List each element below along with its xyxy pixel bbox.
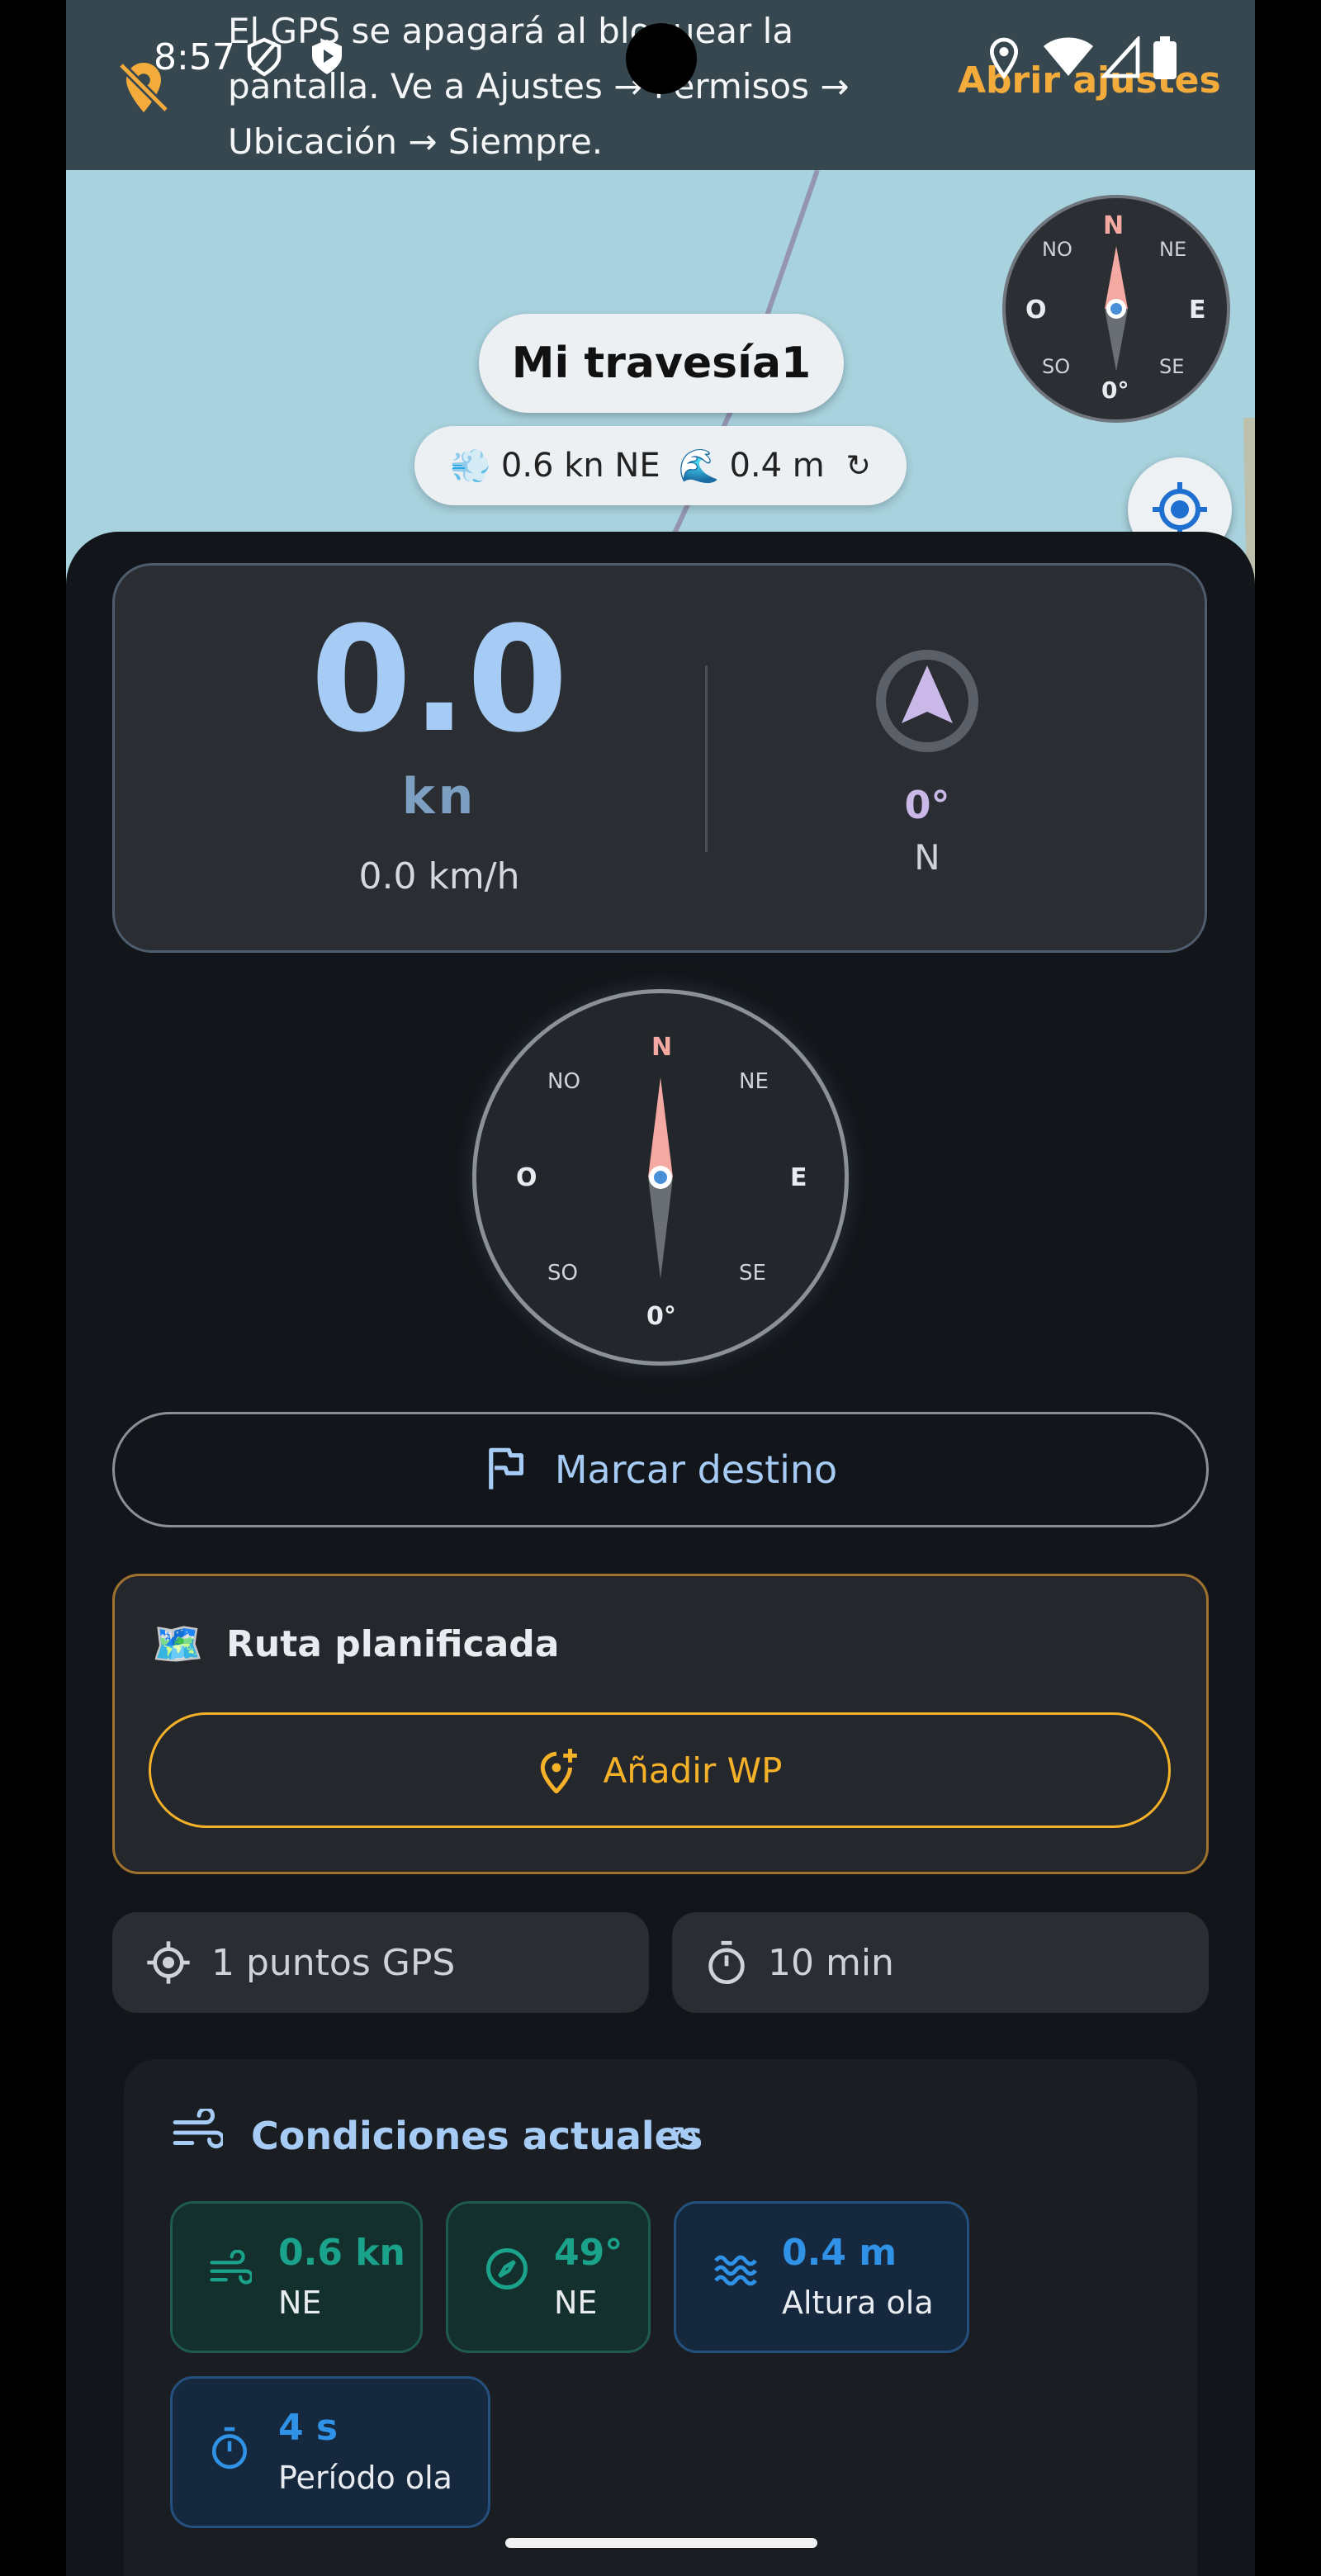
heading-direction: N <box>914 837 940 878</box>
wave-summary: 0.4 m <box>729 447 825 485</box>
waves-icon <box>714 2255 757 2286</box>
compass-o: O <box>516 1163 537 1192</box>
wave-period-tile: 4 s Período ola <box>170 2376 490 2528</box>
duration-text: 10 min <box>768 1941 894 1984</box>
trip-name: Mi travesía1 <box>511 339 812 388</box>
gesture-home-bar[interactable] <box>505 2538 817 2548</box>
compass-e: E <box>790 1163 807 1192</box>
wave-height-tile: 0.4 m Altura ola <box>674 2201 969 2353</box>
wind-emoji-icon: 💨 <box>450 447 491 485</box>
add-waypoint-button[interactable]: Añadir WP <box>149 1712 1171 1828</box>
refresh-icon[interactable]: ↻ <box>846 449 871 483</box>
mini-compass-s: 0° <box>1101 376 1129 404</box>
compass: N NE E SE 0° SO O NO <box>472 989 849 1366</box>
add-waypoint-label: Añadir WP <box>603 1750 783 1791</box>
planned-route-title: Ruta planificada <box>226 1623 560 1665</box>
flag-icon <box>488 1447 523 1489</box>
mini-compass-so: SO <box>1042 355 1071 378</box>
wind-icon <box>210 2250 252 2285</box>
mini-compass-ne: NE <box>1159 238 1187 261</box>
compass-s: 0° <box>646 1302 676 1331</box>
current-conditions-title: Condiciones actuales <box>251 2114 703 2158</box>
wind-icon <box>173 2109 223 2149</box>
mini-compass-e: E <box>1189 296 1206 324</box>
mark-destination-label: Marcar destino <box>554 1447 838 1492</box>
compass-icon <box>486 2248 528 2290</box>
compass-no: NO <box>547 1069 580 1094</box>
timer-icon <box>211 2427 248 2469</box>
wind-direction-tile: 49° NE <box>446 2201 651 2353</box>
banner-message: El GPS se apagará al bloquear la pantall… <box>228 11 850 162</box>
status-time: 8:57 <box>154 36 235 78</box>
location-icon <box>989 37 1019 79</box>
gps-fixed-icon <box>147 1941 190 1984</box>
wind-speed-tile: 0.6 kn NE <box>170 2201 423 2353</box>
map-compass[interactable]: N NE E SE 0° SO O NO <box>1002 195 1230 423</box>
mini-compass-n: N <box>1103 211 1125 240</box>
camera-cutout <box>626 23 697 94</box>
wave-emoji-icon: 🌊 <box>678 447 720 485</box>
shield-icon <box>247 37 282 77</box>
trip-name-pill[interactable]: Mi travesía1 <box>479 314 844 413</box>
wave-period-value: 4 s <box>278 2407 339 2449</box>
timer-icon <box>708 1940 745 1985</box>
wind-speed-value: 0.6 kn <box>278 2232 405 2274</box>
speed-unit: kn <box>401 768 477 826</box>
map-emoji-icon: 🗺️ <box>152 1620 204 1668</box>
card-divider <box>705 665 708 852</box>
compass-se: SE <box>739 1261 766 1286</box>
conditions-refresh-icon[interactable]: ↻ <box>670 2119 699 2159</box>
wave-period-label: Período ola <box>278 2460 452 2496</box>
duration-chip: 10 min <box>672 1912 1209 2013</box>
mark-destination-button[interactable]: Marcar destino <box>112 1412 1209 1527</box>
cellular-signal-icon <box>1101 36 1140 78</box>
wave-height-label: Altura ola <box>782 2285 934 2321</box>
wifi-icon <box>1044 37 1093 76</box>
wind-summary: 0.6 kn NE <box>500 447 660 485</box>
speed-kmh: 0.0 km/h <box>358 855 520 897</box>
heading-degrees: 0° <box>904 783 950 827</box>
battery-icon <box>1153 36 1177 79</box>
gps-points-text: 1 puntos GPS <box>211 1941 456 1984</box>
weather-summary-pill[interactable]: 💨 0.6 kn NE 🌊 0.4 m ↻ <box>414 426 907 505</box>
mini-compass-no: NO <box>1042 238 1072 261</box>
wind-speed-label: NE <box>278 2285 322 2321</box>
compass-so: SO <box>547 1261 578 1286</box>
mini-compass-se: SE <box>1159 355 1185 378</box>
compass-n: N <box>651 1033 673 1062</box>
heading-arrow-icon <box>876 650 978 752</box>
wave-height-value: 0.4 m <box>782 2232 897 2274</box>
play-protect-icon <box>312 40 342 74</box>
add-location-icon <box>540 1749 577 1793</box>
wind-direction-label: NE <box>554 2285 598 2321</box>
gps-points-chip: 1 puntos GPS <box>112 1912 649 2013</box>
wind-direction-value: 49° <box>554 2232 623 2274</box>
compass-ne: NE <box>739 1069 769 1094</box>
mini-compass-o: O <box>1025 296 1047 324</box>
speed-value: 0.0 <box>310 595 568 765</box>
